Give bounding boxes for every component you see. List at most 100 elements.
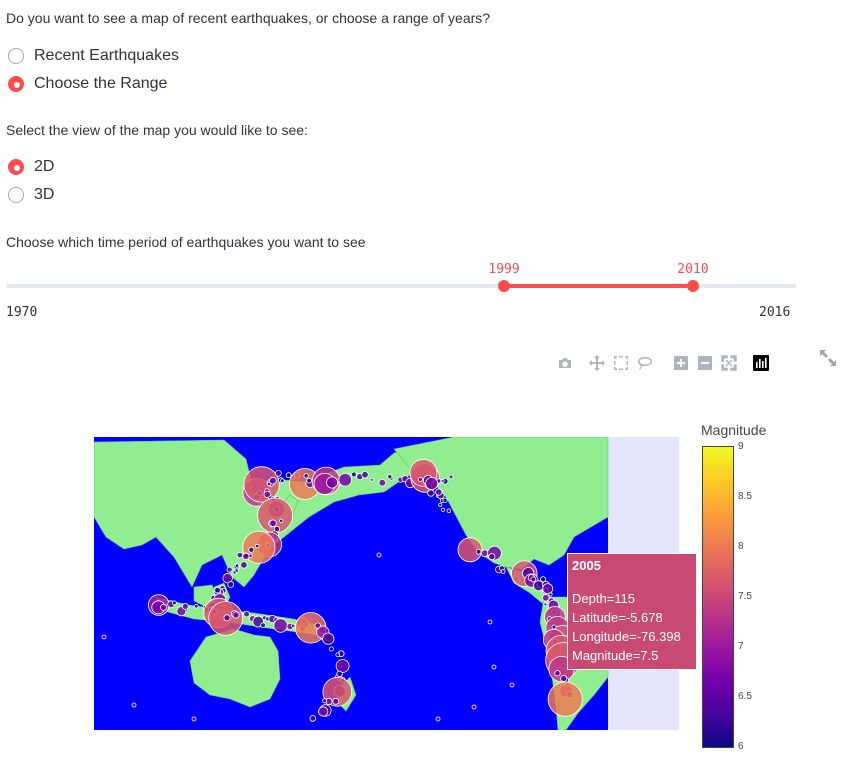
plotly-logo-icon[interactable]: [750, 352, 772, 374]
earthquake-marker[interactable]: [530, 576, 537, 583]
earthquake-marker[interactable]: [227, 581, 235, 588]
earthquake-marker[interactable]: [269, 519, 277, 527]
radio-2d[interactable]: 2D: [8, 153, 54, 181]
earthquake-marker[interactable]: [548, 592, 553, 597]
earthquake-marker[interactable]: [242, 552, 250, 561]
earthquake-marker[interactable]: [279, 518, 284, 523]
autoscale-icon[interactable]: [718, 352, 740, 374]
earthquake-marker[interactable]: [248, 546, 255, 553]
earthquake-marker[interactable]: [435, 716, 441, 722]
earthquake-marker[interactable]: [435, 488, 443, 496]
earthquake-marker[interactable]: [303, 473, 309, 479]
earthquake-marker[interactable]: [235, 563, 240, 568]
earthquake-marker[interactable]: [273, 618, 288, 633]
earthquake-marker[interactable]: [438, 502, 443, 507]
slider-low-value: 1999: [488, 262, 520, 277]
earthquake-marker[interactable]: [491, 664, 497, 670]
earthquake-marker[interactable]: [254, 543, 260, 549]
earthquake-marker[interactable]: [560, 674, 568, 682]
earthquake-marker[interactable]: [440, 479, 445, 483]
earthquake-marker[interactable]: [240, 561, 248, 569]
slider-high-thumb[interactable]: [686, 280, 699, 292]
earthquake-marker[interactable]: [509, 682, 515, 688]
earthquake-marker[interactable]: [487, 619, 493, 625]
earthquake-marker[interactable]: [480, 549, 489, 558]
earthquake-marker[interactable]: [338, 472, 353, 487]
earthquake-marker[interactable]: [275, 469, 282, 477]
earthquake-marker[interactable]: [387, 474, 393, 480]
earthquake-marker[interactable]: [234, 568, 239, 573]
camera-icon[interactable]: [554, 352, 576, 374]
earthquake-marker[interactable]: [243, 610, 250, 618]
earthquake-marker[interactable]: [376, 552, 382, 558]
earthquake-marker[interactable]: [542, 594, 550, 602]
earthquake-marker[interactable]: [488, 553, 496, 561]
earthquake-marker[interactable]: [191, 716, 197, 722]
earthquake-marker[interactable]: [500, 569, 506, 574]
earthquake-marker[interactable]: [223, 614, 231, 622]
earthquake-marker[interactable]: [543, 602, 548, 607]
earthquake-marker[interactable]: [542, 583, 554, 595]
radio-3d[interactable]: 3D: [8, 181, 54, 209]
radio-choose-range[interactable]: Choose the Range: [8, 70, 179, 98]
earthquake-marker[interactable]: [214, 586, 221, 594]
colorbar-tick: 7: [738, 641, 744, 652]
earthquake-marker[interactable]: [160, 603, 168, 611]
earthquake-marker[interactable]: [350, 471, 357, 478]
range-question: Do you want to see a map of recent earth…: [6, 10, 491, 26]
earthquake-marker[interactable]: [471, 704, 477, 710]
earthquake-marker[interactable]: [226, 566, 233, 573]
earthquake-marker[interactable]: [280, 478, 285, 484]
pan-icon[interactable]: [586, 352, 608, 374]
earthquake-marker[interactable]: [551, 624, 557, 630]
earthquake-marker[interactable]: [322, 632, 335, 645]
earthquake-marker[interactable]: [309, 715, 317, 722]
slider-low-thumb[interactable]: [498, 280, 511, 292]
earthquake-marker[interactable]: [440, 507, 446, 512]
earthquake-marker[interactable]: [326, 476, 339, 489]
radio-recent-earthquakes[interactable]: Recent Earthquakes: [8, 42, 179, 70]
earthquake-marker[interactable]: [194, 603, 199, 609]
earthquake-marker[interactable]: [260, 622, 266, 629]
radio-label: 3D: [34, 186, 55, 203]
earthquake-marker[interactable]: [427, 489, 435, 497]
earthquake-marker[interactable]: [554, 670, 561, 677]
earthquake-marker[interactable]: [328, 646, 334, 652]
earthquake-marker[interactable]: [322, 698, 328, 704]
earthquake-marker[interactable]: [442, 497, 448, 503]
mode-radio-group: Recent Earthquakes Choose the Range: [8, 42, 179, 98]
earthquake-marker[interactable]: [306, 477, 312, 484]
earthquake-marker[interactable]: [236, 551, 244, 559]
earthquake-marker[interactable]: [448, 474, 454, 480]
earthquake-marker[interactable]: [425, 477, 439, 491]
earthquake-marker[interactable]: [335, 652, 341, 658]
box-select-icon[interactable]: [610, 352, 632, 374]
earthquake-marker[interactable]: [417, 477, 423, 482]
zoom-out-icon[interactable]: [694, 352, 716, 374]
earthquake-marker[interactable]: [131, 702, 137, 708]
earthquake-marker[interactable]: [361, 471, 369, 479]
earthquake-marker[interactable]: [269, 476, 277, 485]
earthquake-marker[interactable]: [285, 472, 292, 479]
earthquake-marker[interactable]: [172, 600, 177, 606]
year-range-slider[interactable]: [6, 280, 796, 292]
earthquake-marker[interactable]: [475, 549, 482, 555]
tooltip-magnitude: Magnitude=7.5: [572, 648, 659, 663]
fullscreen-icon[interactable]: [818, 348, 838, 368]
earthquake-marker[interactable]: [336, 670, 343, 678]
earthquake-marker[interactable]: [291, 623, 296, 628]
lasso-icon[interactable]: [634, 352, 656, 374]
earthquake-marker[interactable]: [181, 602, 189, 610]
earthquake-marker[interactable]: [446, 508, 452, 514]
earthquake-marker[interactable]: [318, 706, 329, 717]
earthquake-marker[interactable]: [547, 681, 583, 717]
radio-circle-selected: [8, 76, 24, 92]
earthquake-marker[interactable]: [101, 634, 107, 640]
zoom-in-icon[interactable]: [670, 352, 692, 374]
tooltip-year: 2005: [572, 558, 601, 573]
earthquake-marker[interactable]: [332, 697, 340, 705]
earthquake-marker[interactable]: [369, 478, 374, 482]
earthquake-marker[interactable]: [335, 659, 350, 673]
earthquake-marker[interactable]: [378, 478, 387, 487]
earthquake-marker[interactable]: [232, 611, 240, 619]
